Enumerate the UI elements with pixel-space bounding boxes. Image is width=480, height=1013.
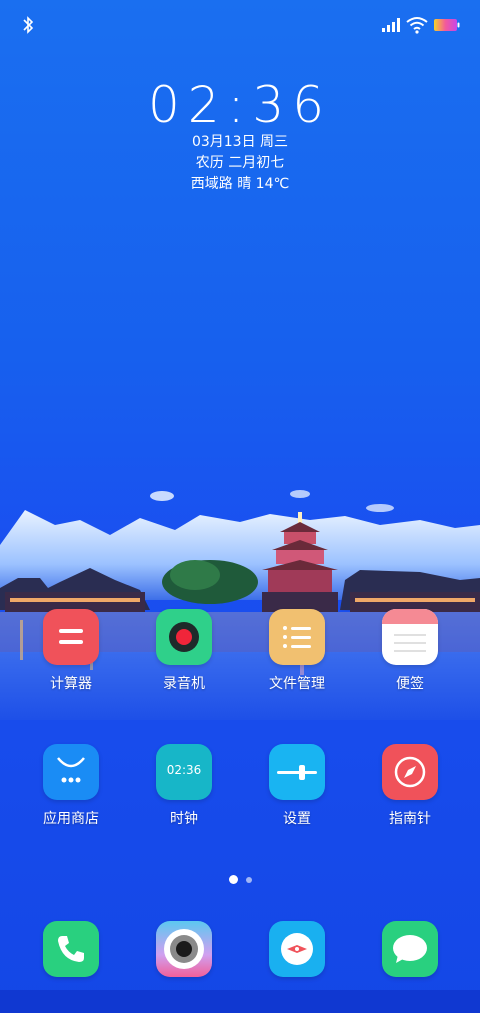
- app-label: 时钟: [170, 811, 198, 827]
- app-label: 设置: [283, 811, 311, 827]
- app-recorder[interactable]: 录音机: [134, 609, 234, 693]
- calculator-icon: [43, 609, 99, 665]
- page-indicator[interactable]: [0, 869, 480, 888]
- app-label: 应用商店: [43, 811, 99, 827]
- recorder-icon: [156, 609, 212, 665]
- dock-background: [0, 990, 480, 1013]
- clock-widget[interactable]: 02:36 03月13日 周三 农历 二月初七 西域路 晴 14℃: [0, 80, 480, 195]
- app-compass[interactable]: 指南针: [360, 744, 460, 828]
- file-manager-icon: [269, 609, 325, 665]
- app-settings[interactable]: 设置: [247, 744, 347, 828]
- app-label: 录音机: [163, 676, 205, 692]
- clock-time: 02:36: [147, 76, 333, 134]
- app-label: 指南针: [389, 811, 431, 827]
- dock-browser[interactable]: [247, 921, 347, 977]
- battery-icon: [434, 19, 460, 31]
- app-label: 便签: [396, 676, 424, 692]
- status-bar: [0, 0, 480, 50]
- settings-icon: [269, 744, 325, 800]
- app-calculator[interactable]: 计算器: [21, 609, 121, 693]
- app-label: 文件管理: [269, 676, 325, 692]
- camera-icon: [156, 921, 212, 977]
- app-file-manager[interactable]: 文件管理: [247, 609, 347, 693]
- messages-icon: [382, 921, 438, 977]
- app-notes[interactable]: 便签: [360, 609, 460, 693]
- clock-icon: 02:36: [156, 744, 212, 800]
- weather-info: 西域路 晴 14℃: [190, 176, 290, 192]
- app-clock[interactable]: 02:36 时钟: [134, 744, 234, 828]
- compass-icon: [382, 744, 438, 800]
- page-dot[interactable]: [245, 876, 252, 883]
- phone-icon: [43, 921, 99, 977]
- wifi-icon: [406, 17, 428, 34]
- clock-date: 03月13日 周三: [191, 134, 289, 150]
- dock-camera[interactable]: [134, 921, 234, 977]
- app-store-icon: [43, 744, 99, 800]
- browser-icon: [269, 921, 325, 977]
- lunar-date: 农历 二月初七: [195, 155, 285, 171]
- app-label: 计算器: [50, 676, 92, 692]
- dock-messages[interactable]: [360, 921, 460, 977]
- page-dot-active[interactable]: [228, 875, 238, 884]
- bluetooth-icon: [23, 16, 34, 34]
- dock-phone[interactable]: [21, 921, 121, 977]
- clock-icon-time: 02:36: [166, 763, 202, 777]
- signal-icon: [382, 18, 400, 32]
- app-app-store[interactable]: 应用商店: [21, 744, 121, 828]
- notes-icon: [382, 609, 438, 665]
